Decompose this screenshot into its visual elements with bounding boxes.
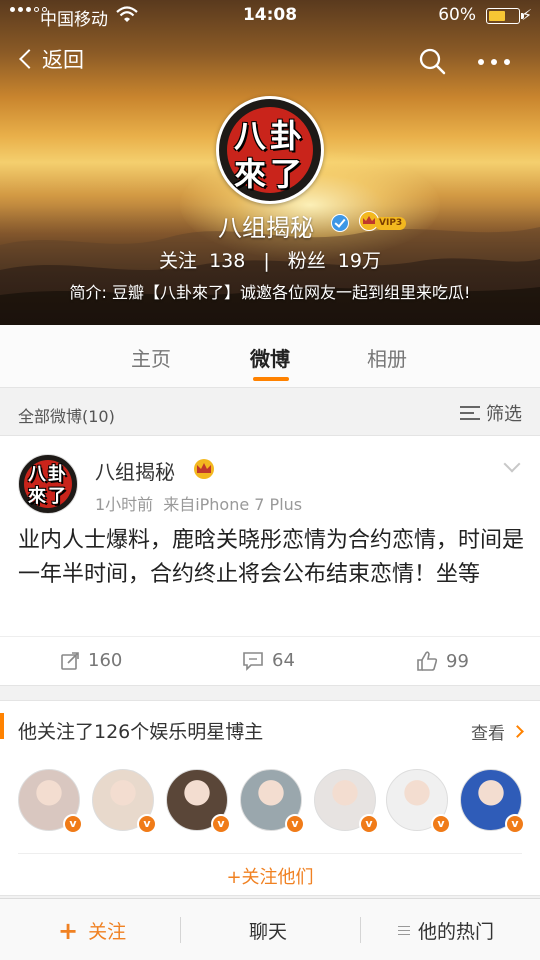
profile-tabs: 主页 微博 相册 bbox=[0, 325, 540, 388]
post-meta: 1小时前 来自iPhone 7 Plus bbox=[95, 491, 302, 515]
celebrity-avatar-4[interactable]: v bbox=[240, 769, 305, 834]
thumbs-up-icon bbox=[417, 651, 438, 671]
verified-v-icon: v bbox=[505, 814, 525, 834]
hot-posts-button[interactable]: 他的热门 bbox=[398, 917, 494, 944]
followers-label[interactable]: 粉丝 bbox=[288, 250, 326, 272]
follow-all-button[interactable]: +关注他们 bbox=[0, 863, 540, 889]
battery-percent: 60% bbox=[438, 5, 476, 25]
bottom-divider bbox=[180, 917, 181, 943]
tab-home[interactable]: 主页 bbox=[131, 343, 171, 372]
post-card[interactable]: 八卦 來了 八组揭秘 1小时前 来自iPhone 7 Plus 业内人士爆料，鹿晗… bbox=[0, 436, 540, 686]
celebrity-avatar-7[interactable]: v bbox=[460, 769, 525, 834]
search-icon[interactable] bbox=[418, 47, 446, 75]
following-label[interactable]: 关注 bbox=[159, 250, 197, 272]
like-button[interactable]: 99 bbox=[416, 650, 469, 672]
vip-badge[interactable]: VIP3 bbox=[358, 211, 410, 233]
verified-v-icon: v bbox=[359, 814, 379, 834]
post-source: 来自iPhone 7 Plus bbox=[163, 495, 303, 514]
view-more-label: 查看 bbox=[471, 724, 505, 744]
menu-icon bbox=[398, 925, 410, 936]
comment-count: 64 bbox=[272, 650, 295, 671]
bottom-divider bbox=[360, 917, 361, 943]
followed-stars-section: 他关注了126个娱乐明星博主 查看 v v v v v v v +关注他们 bbox=[0, 700, 540, 896]
repost-button[interactable]: 160 bbox=[60, 650, 122, 671]
tab-album[interactable]: 相册 bbox=[367, 343, 407, 372]
celebrity-avatar-2[interactable]: v bbox=[92, 769, 157, 834]
bottom-action-bar: + 关注 聊天 他的热门 bbox=[0, 898, 540, 960]
verified-v-icon: v bbox=[211, 814, 231, 834]
post-author[interactable]: 八组揭秘 bbox=[95, 456, 175, 485]
follow-button[interactable]: + 关注 bbox=[58, 917, 126, 944]
chat-label: 聊天 bbox=[249, 921, 288, 943]
section-divider bbox=[18, 853, 522, 854]
view-more-button[interactable]: 查看 bbox=[471, 719, 524, 744]
chevron-left-icon bbox=[19, 49, 39, 69]
battery-fill bbox=[489, 11, 505, 21]
section-accent-bar bbox=[0, 713, 4, 739]
repost-icon bbox=[61, 651, 79, 670]
post-text: 业内人士爆料，鹿晗关晓彤恋情为合约恋情，时间是一年半时间，合约终止将会公布结束恋… bbox=[18, 528, 525, 587]
verified-v-icon: v bbox=[137, 814, 157, 834]
filter-row: 全部微博(10) 筛选 bbox=[0, 388, 540, 436]
status-bar: 中国移动 14:08 60% ⚡ bbox=[0, 0, 540, 32]
profile-cover: 中国移动 14:08 60% ⚡ 返回 八卦 來了 八组揭秘 VIP3 关注 1… bbox=[0, 0, 540, 325]
stats-divider: | bbox=[263, 250, 270, 272]
more-icon[interactable] bbox=[478, 59, 510, 65]
profile-intro: 简介: 豆瓣【八卦來了】诚邀各位网友一起到组里来吃瓜! bbox=[69, 283, 471, 302]
celebrity-avatar-3[interactable]: v bbox=[166, 769, 231, 834]
profile-name: 八组揭秘 bbox=[218, 214, 314, 242]
comment-button[interactable]: 64 bbox=[242, 650, 295, 671]
section-title: 他关注了126个娱乐明星博主 bbox=[18, 721, 264, 743]
verified-icon bbox=[331, 214, 349, 232]
filter-label: 筛选 bbox=[486, 404, 522, 425]
vip-label: VIP3 bbox=[375, 217, 407, 230]
followers-count[interactable]: 19万 bbox=[338, 250, 381, 272]
chat-button[interactable]: 聊天 bbox=[249, 917, 287, 944]
post-time: 1小时前 bbox=[95, 495, 154, 514]
active-tab-indicator bbox=[253, 377, 289, 381]
hot-label: 他的热门 bbox=[418, 921, 495, 943]
verified-v-icon: v bbox=[285, 814, 305, 834]
chevron-right-icon bbox=[511, 725, 524, 738]
battery-icon bbox=[486, 8, 524, 24]
charging-icon: ⚡ bbox=[521, 6, 532, 24]
verified-v-icon: v bbox=[431, 814, 451, 834]
verified-v-icon: v bbox=[63, 814, 83, 834]
plus-icon: + bbox=[58, 916, 79, 945]
profile-stats: 关注 138 | 粉丝 19万 bbox=[0, 246, 540, 273]
celebrity-avatar-1[interactable]: v bbox=[18, 769, 83, 834]
nav-bar: 返回 bbox=[0, 40, 540, 84]
tab-weibo[interactable]: 微博 bbox=[250, 343, 290, 372]
celebrity-avatar-6[interactable]: v bbox=[386, 769, 451, 834]
filter-button[interactable]: 筛选 bbox=[460, 400, 522, 426]
post-actions: 160 64 99 bbox=[0, 636, 540, 686]
back-label: 返回 bbox=[42, 48, 84, 72]
all-posts-label[interactable]: 全部微博(10) bbox=[18, 403, 115, 427]
crown-icon bbox=[194, 459, 214, 479]
logo-line-2: 來了 bbox=[233, 155, 306, 193]
back-button[interactable]: 返回 bbox=[16, 44, 84, 74]
follow-label: 关注 bbox=[88, 921, 127, 943]
filter-icon bbox=[460, 405, 480, 421]
chevron-down-icon[interactable] bbox=[503, 455, 521, 473]
following-count[interactable]: 138 bbox=[209, 250, 245, 272]
profile-avatar[interactable]: 八卦 來了 bbox=[216, 96, 324, 204]
like-count: 99 bbox=[446, 650, 469, 672]
post-avatar[interactable]: 八卦 來了 bbox=[18, 454, 78, 514]
repost-count: 160 bbox=[88, 650, 123, 671]
logo-line-2: 來了 bbox=[28, 486, 68, 507]
celebrity-avatar-5[interactable]: v bbox=[314, 769, 379, 834]
comment-icon bbox=[243, 651, 263, 671]
